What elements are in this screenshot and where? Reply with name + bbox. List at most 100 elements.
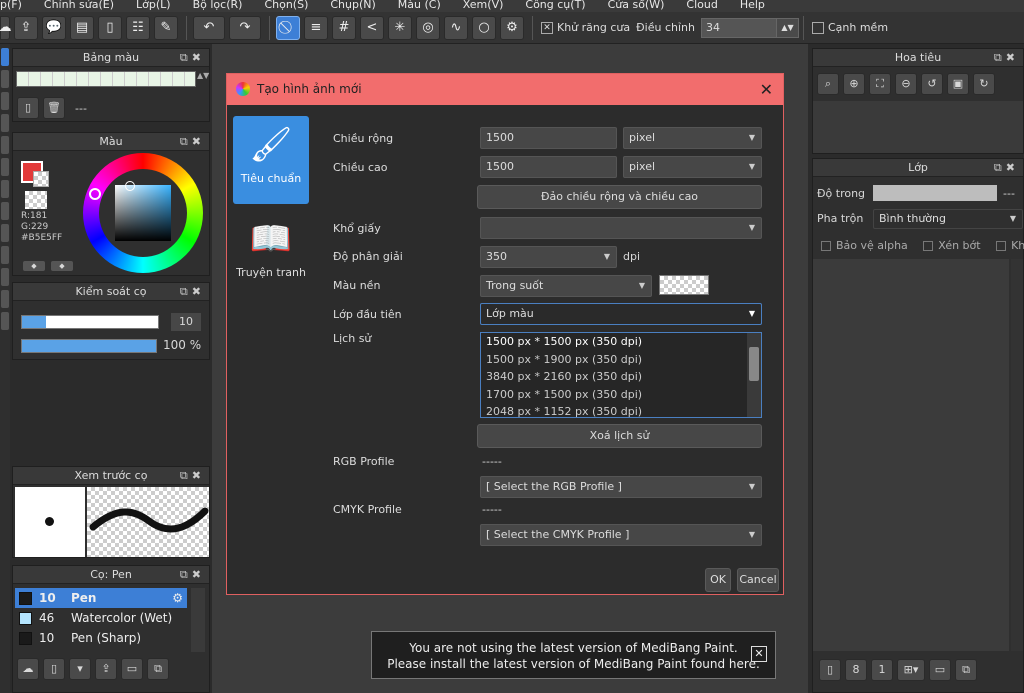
first-layer-select[interactable]: Lớp màu ▼ xyxy=(480,303,762,325)
menu-tools[interactable]: Công cụ(T) xyxy=(525,0,585,12)
page-icon[interactable]: ▯ xyxy=(98,15,122,40)
cmyk-profile-select[interactable]: [ Select the CMYK Profile ] ▼ xyxy=(480,524,762,546)
panel-popout-close-icon[interactable]: ⧉✖ xyxy=(994,159,1019,177)
ok-button[interactable]: OK xyxy=(705,568,731,592)
menu-layer[interactable]: Lớp(L) xyxy=(136,0,171,12)
menu-cloud[interactable]: Cloud xyxy=(686,0,717,12)
zoom-fit-icon[interactable]: ⌕ xyxy=(817,73,839,95)
history-scrollbar[interactable] xyxy=(747,333,761,417)
history-item[interactable]: 2048 px * 1152 px (350 dpi) xyxy=(481,403,761,417)
curve-snap-icon[interactable]: ∿ xyxy=(444,15,468,40)
grid-snap-icon[interactable]: # xyxy=(332,15,356,40)
history-item[interactable]: 1500 px * 1900 px (350 dpi) xyxy=(481,351,761,369)
brush-export-icon[interactable]: ⇪ xyxy=(95,658,117,680)
paper-size-select[interactable]: ▼ xyxy=(480,217,762,239)
menu-help[interactable]: Help xyxy=(740,0,765,12)
brush-item-pen-sharp[interactable]: 10 Pen (Sharp) xyxy=(15,628,187,648)
speech-box-icon[interactable]: ▤ xyxy=(70,15,94,40)
panel-popout-close-icon[interactable]: ⧉✖ xyxy=(180,133,205,151)
adjust-input[interactable]: 34 ▲▼ xyxy=(700,17,799,38)
rotate-left-icon[interactable]: ↺ xyxy=(921,73,943,95)
brush-tool-icon[interactable] xyxy=(1,48,9,66)
cancel-button[interactable]: Cancel xyxy=(737,568,779,592)
history-item[interactable]: 3840 px * 2160 px (350 dpi) xyxy=(481,368,761,386)
rgb-profile-select[interactable]: [ Select the RGB Profile ] ▼ xyxy=(480,476,762,498)
background-color-preview[interactable] xyxy=(659,275,709,295)
panel-popout-close-icon[interactable]: ⧉✖ xyxy=(180,566,205,584)
hue-handle[interactable] xyxy=(89,188,101,200)
circle-snap-icon[interactable]: ◎ xyxy=(416,15,440,40)
brush-folder-icon[interactable]: ▭ xyxy=(121,658,143,680)
color-prev-icon[interactable]: ◆ xyxy=(23,261,45,271)
settings-gear-icon[interactable]: ⚙ xyxy=(500,15,524,40)
menu-file[interactable]: p(F) xyxy=(0,0,22,12)
history-item[interactable]: 1700 px * 1500 px (350 dpi) xyxy=(481,386,761,404)
duplicate-brush-icon[interactable]: ⧉ xyxy=(147,658,169,680)
background-color-swatch[interactable] xyxy=(33,171,49,187)
menu-select[interactable]: Chọn(S) xyxy=(264,0,308,12)
clip-checkbox[interactable] xyxy=(923,241,934,251)
add-layer-menu-icon[interactable]: ⊞▾ xyxy=(897,659,925,681)
background-select[interactable]: Trong suốt ▼ xyxy=(480,275,652,297)
ellipse-snap-icon[interactable]: ○ xyxy=(472,15,496,40)
panel-popout-close-icon[interactable]: ⧉✖ xyxy=(994,49,1019,67)
antialias-checkbox[interactable]: ✕ xyxy=(541,21,553,34)
brush-list-scrollbar[interactable] xyxy=(191,588,205,652)
sv-handle[interactable] xyxy=(125,181,135,191)
brush-item-pen[interactable]: 10 Pen ⚙ xyxy=(15,588,187,608)
cloud-brush-icon[interactable]: ☁ xyxy=(17,658,39,680)
duplicate-layer-icon[interactable]: ⧉ xyxy=(955,659,977,681)
fill-tool-icon[interactable] xyxy=(1,114,9,132)
new-1bit-layer-icon[interactable]: 1 xyxy=(871,659,893,681)
hue-wheel[interactable] xyxy=(83,153,203,273)
new-palette-icon[interactable]: ▯ xyxy=(17,97,39,119)
rotate-right-icon[interactable]: ↻ xyxy=(973,73,995,95)
swap-dimensions-button[interactable]: Đảo chiều rộng và chiều cao xyxy=(477,185,762,209)
update-notice[interactable]: You are not using the latest version of … xyxy=(371,631,776,679)
height-input[interactable]: 1500 xyxy=(480,156,617,178)
gradient-tool-icon[interactable] xyxy=(1,136,9,154)
smooth-edge-checkbox[interactable] xyxy=(811,21,824,34)
saturation-value-square[interactable] xyxy=(115,185,171,241)
brush-item-watercolor[interactable]: 46 Watercolor (Wet) xyxy=(15,608,187,628)
eyedropper-tool-icon[interactable] xyxy=(1,268,9,286)
menu-color[interactable]: Màu (C) xyxy=(398,0,441,12)
layer-list-scrollbar[interactable] xyxy=(1011,259,1023,651)
zoom-out-icon[interactable]: ⊖ xyxy=(895,73,917,95)
scroll-thumb[interactable] xyxy=(749,347,759,381)
history-list[interactable]: 1500 px * 1500 px (350 dpi) 1500 px * 19… xyxy=(480,332,762,418)
move-tool-icon[interactable] xyxy=(1,92,9,110)
color-next-icon[interactable]: ◆ xyxy=(51,261,73,271)
lock-checkbox[interactable] xyxy=(996,241,1007,251)
radial-snap-icon[interactable]: ✳ xyxy=(388,15,412,40)
upload-icon[interactable]: ⇪ xyxy=(14,15,38,40)
page-edit-icon[interactable]: ✎ xyxy=(154,15,178,40)
perspective-snap-icon[interactable]: < xyxy=(360,15,384,40)
palette-scroll-arrows-icon[interactable]: ▲▼ xyxy=(197,71,209,89)
resolution-select[interactable]: 350 ▼ xyxy=(480,246,617,268)
lasso-tool-icon[interactable] xyxy=(1,202,9,220)
fit-window-icon[interactable]: ⛶ xyxy=(869,73,891,95)
category-standard[interactable]: 🖌 Tiêu chuẩn xyxy=(233,116,309,204)
magic-wand-tool-icon[interactable] xyxy=(1,224,9,242)
eraser-tool-icon[interactable] xyxy=(1,70,9,88)
zoom-in-icon[interactable]: ⊕ xyxy=(843,73,865,95)
layer-list[interactable] xyxy=(813,259,1009,651)
layer-folder-icon[interactable]: ▭ xyxy=(929,659,951,681)
new-halftone-layer-icon[interactable]: 8 xyxy=(845,659,867,681)
blend-mode-select[interactable]: Bình thường ▼ xyxy=(873,209,1023,229)
close-icon[interactable]: ✕ xyxy=(751,646,767,662)
shape-tool-icon[interactable] xyxy=(1,158,9,176)
panel-popout-close-icon[interactable]: ⧉✖ xyxy=(180,283,205,301)
menu-window[interactable]: Cửa sổ(W) xyxy=(608,0,665,12)
width-input[interactable]: 1500 xyxy=(480,127,617,149)
panel-popout-close-icon[interactable]: ⧉✖ xyxy=(180,49,205,67)
brush-size-slider[interactable] xyxy=(21,315,159,329)
menu-edit[interactable]: Chỉnh sửa(E) xyxy=(44,0,114,12)
hand-tool-icon[interactable] xyxy=(1,290,9,308)
page-list-icon[interactable]: ☷ xyxy=(126,15,150,40)
protect-alpha-checkbox[interactable] xyxy=(821,241,831,251)
menu-view[interactable]: Xem(V) xyxy=(463,0,504,12)
add-brush-icon[interactable]: ▯ xyxy=(43,658,65,680)
brush-opacity-slider[interactable] xyxy=(21,339,157,353)
